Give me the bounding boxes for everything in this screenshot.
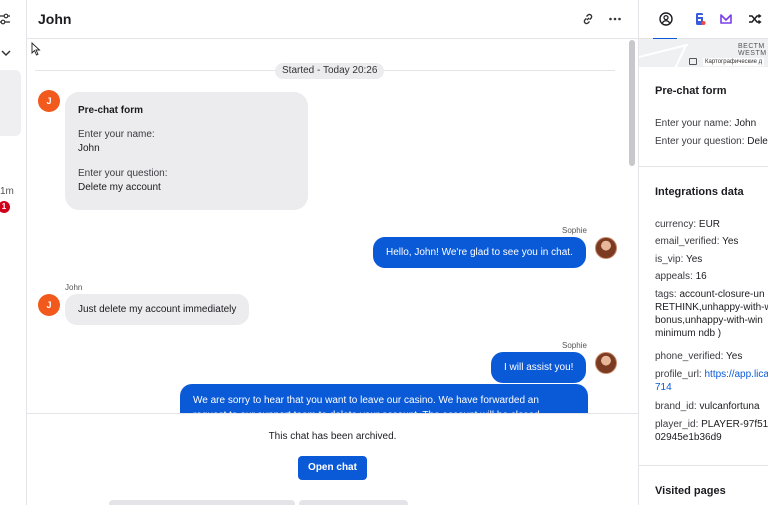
prechat-section: Pre-chat form Enter your name: John Ente… xyxy=(639,67,768,167)
unread-badge: 1 xyxy=(0,201,10,213)
brand-id-row: brand_id: vulcanfortuna xyxy=(655,401,760,412)
agent-message: Hello, John! We're glad to see you in ch… xyxy=(373,237,586,268)
prechat-name-row: Enter your name: John xyxy=(655,118,757,129)
tab-integration[interactable] xyxy=(685,0,713,39)
keyboard-icon xyxy=(689,58,697,65)
visited-pages-title: Visited pages xyxy=(655,485,726,497)
selected-chat-item[interactable] xyxy=(0,70,21,136)
email-verified-row: email_verified: Yes xyxy=(655,236,739,247)
chat-list-strip: 1m 1 xyxy=(0,0,27,505)
tab-customer[interactable] xyxy=(651,0,679,40)
profile-url-row: profile_url: https://app.lica 714 xyxy=(655,369,768,393)
prechat-question-label: Enter your question: xyxy=(78,168,168,179)
currency-row: currency: EUR xyxy=(655,219,721,230)
message-sender: Sophie xyxy=(562,341,587,350)
integrations-title: Integrations data xyxy=(655,186,744,198)
message-list[interactable]: Started - Today 20:26 J Pre-chat form En… xyxy=(27,40,638,413)
placeholder-bar xyxy=(109,500,295,505)
chat-title: John xyxy=(38,11,72,27)
chat-footer: This chat has been archived. Open chat xyxy=(27,413,638,505)
tab-mailbox[interactable] xyxy=(711,0,739,39)
vip-row: is_vip: Yes xyxy=(655,254,703,265)
filter-icon[interactable] xyxy=(0,12,12,26)
prechat-section-title: Pre-chat form xyxy=(655,85,727,97)
profile-url-link[interactable]: https://app.lica xyxy=(704,369,768,380)
open-chat-button[interactable]: Open chat xyxy=(298,456,367,480)
placeholder-bar xyxy=(299,500,408,505)
agent-message: We are sorry to hear that you want to le… xyxy=(180,384,588,413)
chat-scrollbar[interactable] xyxy=(629,40,635,166)
player-id-row: player_id: PLAYER-97f512 02945e1b36d9 xyxy=(655,419,768,443)
more-options-icon[interactable] xyxy=(608,12,622,26)
user-circle-icon xyxy=(659,12,673,26)
integrations-section: Integrations data currency: EUR email_ve… xyxy=(639,167,768,466)
tags-row: tags: account-closure-un RETHINK,unhappy… xyxy=(655,289,768,339)
location-map[interactable]: ВЕСТМ WESTM Картографические д xyxy=(639,39,768,67)
message-sender: John xyxy=(65,283,83,292)
phone-verified-row: phone_verified: Yes xyxy=(655,351,743,362)
started-label: Started - Today 20:26 xyxy=(275,63,385,79)
agent-message: I will assist you! xyxy=(491,352,587,383)
prechat-question-value: Delete my account xyxy=(78,182,161,193)
details-tabs xyxy=(639,0,768,40)
prechat-name-label: Enter your name: xyxy=(78,129,155,140)
map-attribution: Картографические д xyxy=(703,58,765,66)
chat-item-time: 1m xyxy=(0,186,14,197)
link-icon[interactable] xyxy=(581,12,595,26)
message-sender: Sophie xyxy=(562,226,587,235)
mailbox-icon xyxy=(720,14,732,24)
chevron-down-icon[interactable] xyxy=(1,48,11,58)
details-panel: ВЕСТМ WESTM Картографические д Pre-chat f… xyxy=(638,0,768,505)
prechat-name-value: John xyxy=(78,143,100,154)
archived-notice: This chat has been archived. xyxy=(268,431,397,442)
customer-message: Just delete my account immediately xyxy=(65,294,250,325)
prechat-form-bubble: Pre-chat form Enter your name: John Ente… xyxy=(65,92,308,210)
app-integration-icon xyxy=(696,13,706,25)
agent-avatar xyxy=(595,352,617,374)
customer-avatar: J xyxy=(38,294,60,316)
agent-avatar xyxy=(595,237,617,259)
shuffle-icon xyxy=(749,13,762,25)
mouse-cursor-icon xyxy=(31,42,41,56)
chat-header: John xyxy=(27,0,638,39)
prechat-title: Pre-chat form xyxy=(78,105,144,116)
appeals-row: appeals: 16 xyxy=(655,271,707,282)
customer-avatar: J xyxy=(38,90,60,112)
map-street-label: ВЕСТМ WESTM xyxy=(738,43,767,57)
prechat-question-row: Enter your question: Dele xyxy=(655,136,768,147)
tab-transfer[interactable] xyxy=(740,0,768,39)
